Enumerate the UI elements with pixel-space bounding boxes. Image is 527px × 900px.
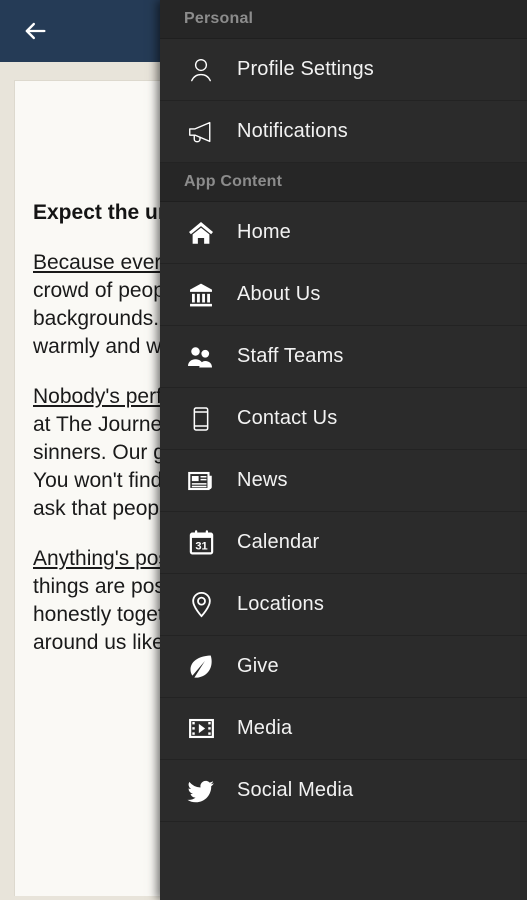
- drawer-item-label: Give: [237, 655, 279, 677]
- drawer-item-label: Calendar: [237, 531, 320, 553]
- drawer-item-label: Social Media: [237, 779, 354, 801]
- drawer-item-about-us[interactable]: About Us: [160, 264, 527, 326]
- bank-building-icon: [184, 278, 218, 312]
- calendar-icon: 31: [184, 526, 218, 560]
- drawer-section-header-personal: Personal: [160, 0, 527, 39]
- svg-text:31: 31: [195, 541, 207, 553]
- app-screen: WORSHIP SERVICE AT 6:00PM Expect the une…: [0, 0, 527, 900]
- back-button[interactable]: [14, 10, 56, 52]
- drawer-item-label: Staff Teams: [237, 345, 344, 367]
- film-strip-icon: [184, 712, 218, 746]
- drawer-section-header-app-content: App Content: [160, 163, 527, 202]
- map-pin-icon: [184, 588, 218, 622]
- drawer-item-calendar[interactable]: 31 Calendar: [160, 512, 527, 574]
- navigation-drawer[interactable]: Personal Profile Settings Notifications …: [160, 0, 527, 900]
- twitter-bird-icon: [184, 774, 218, 808]
- leaf-icon: [184, 650, 218, 684]
- drawer-item-label: Locations: [237, 593, 324, 615]
- drawer-item-news[interactable]: News: [160, 450, 527, 512]
- drawer-item-profile-settings[interactable]: Profile Settings: [160, 39, 527, 101]
- newspaper-icon: [184, 464, 218, 498]
- drawer-item-label: News: [237, 469, 288, 491]
- arrow-left-icon: [21, 17, 49, 45]
- drawer-item-notifications[interactable]: Notifications: [160, 101, 527, 163]
- drawer-item-home[interactable]: Home: [160, 202, 527, 264]
- drawer-item-label: Notifications: [237, 120, 348, 142]
- drawer-item-social-media[interactable]: Social Media: [160, 760, 527, 822]
- people-group-icon: [184, 340, 218, 374]
- megaphone-icon: [184, 115, 218, 149]
- drawer-item-give[interactable]: Give: [160, 636, 527, 698]
- drawer-item-label: Profile Settings: [237, 58, 374, 80]
- person-icon: [184, 53, 218, 87]
- drawer-item-label: Contact Us: [237, 407, 338, 429]
- mobile-phone-icon: [184, 402, 218, 436]
- drawer-item-label: Home: [237, 221, 291, 243]
- home-icon: [184, 216, 218, 250]
- drawer-item-locations[interactable]: Locations: [160, 574, 527, 636]
- drawer-item-media[interactable]: Media: [160, 698, 527, 760]
- drawer-item-contact-us[interactable]: Contact Us: [160, 388, 527, 450]
- drawer-item-label: About Us: [237, 283, 321, 305]
- drawer-item-label: Media: [237, 717, 293, 739]
- drawer-item-staff-teams[interactable]: Staff Teams: [160, 326, 527, 388]
